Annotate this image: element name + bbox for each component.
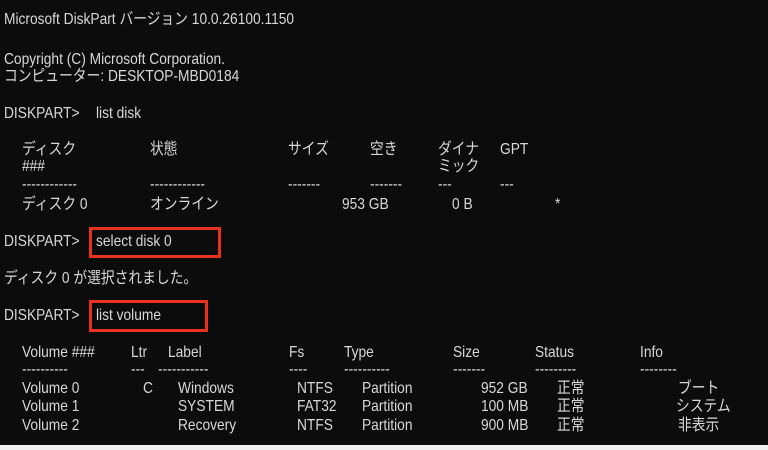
volume-cell: C (143, 380, 153, 397)
volume-cell: Volume 0 (22, 380, 80, 397)
dashes: -------- (640, 361, 677, 378)
dashes: --- (131, 361, 145, 378)
volume-header: Status (535, 344, 575, 361)
volume-header: Volume ### (22, 344, 95, 361)
volume-cell: SYSTEM (178, 398, 235, 415)
version-line: Microsoft DiskPart バージョン 10.0.26100.1150 (4, 11, 295, 28)
dashes: ---------- (344, 361, 390, 378)
volume-cell: 正常 (557, 417, 585, 434)
dashes: ------------ (150, 176, 205, 193)
disk-header: ### (22, 158, 45, 175)
dashes: --- (438, 176, 452, 193)
disk-header: ダイナ (438, 141, 480, 158)
dashes: --------- (535, 361, 577, 378)
computer-line: コンピューター: DESKTOP-MBD0184 (4, 68, 240, 85)
copyright-line: Copyright (C) Microsoft Corporation. (4, 51, 225, 68)
volume-cell: 非表示 (678, 417, 720, 434)
volume-header: Info (640, 344, 663, 361)
volume-cell: 正常 (557, 398, 585, 415)
volume-cell: NTFS (297, 380, 333, 397)
disk-header: サイズ (288, 141, 329, 158)
volume-cell: システム (676, 398, 731, 415)
volume-cell: Windows (178, 380, 234, 397)
volume-cell: NTFS (297, 417, 333, 434)
disk-cell: オンライン (150, 196, 219, 213)
disk-header: ディスク (22, 141, 77, 158)
disk-header: ミック (438, 158, 480, 175)
volume-cell: 900 MB (481, 417, 529, 434)
volume-header: Label (168, 344, 202, 361)
dashes: ---------- (22, 361, 68, 378)
prompt: DISKPART> (4, 105, 80, 122)
bottom-border (0, 445, 768, 450)
dashes: ----------- (158, 361, 209, 378)
volume-cell: FAT32 (297, 398, 337, 415)
command-list-disk: list disk (96, 105, 142, 122)
volume-cell: ブート (678, 380, 720, 397)
dashes: ------- (453, 361, 486, 378)
volume-cell: Partition (362, 417, 413, 434)
volume-header: Ltr (131, 344, 148, 361)
dashes: --- (500, 176, 514, 193)
volume-cell: Volume 1 (22, 398, 80, 415)
select-message: ディスク 0 が選択されました。 (4, 270, 198, 287)
volume-header: Size (453, 344, 480, 361)
disk-header: GPT (500, 141, 529, 158)
dashes: ------- (288, 176, 321, 193)
command-select-disk: select disk 0 (96, 233, 172, 250)
volume-cell: 952 GB (481, 380, 528, 397)
volume-cell: Volume 2 (22, 417, 80, 434)
volume-header: Type (344, 344, 374, 361)
disk-cell: * (555, 196, 561, 213)
volume-cell: 100 MB (481, 398, 529, 415)
volume-header: Fs (289, 344, 305, 361)
prompt: DISKPART> (4, 307, 80, 324)
disk-header: 状態 (150, 141, 178, 158)
command-list-volume: list volume (96, 307, 161, 324)
prompt: DISKPART> (4, 233, 80, 250)
volume-cell: 正常 (557, 380, 585, 397)
volume-cell: Partition (362, 398, 413, 415)
dashes: ------- (370, 176, 403, 193)
volume-cell: Partition (362, 380, 413, 397)
volume-cell: Recovery (178, 417, 237, 434)
disk-cell: ディスク 0 (22, 196, 88, 213)
disk-header: 空き (370, 141, 398, 158)
disk-cell: 0 B (452, 196, 473, 213)
dashes: ------------ (22, 176, 77, 193)
disk-cell: 953 GB (342, 196, 389, 213)
dashes: ---- (289, 361, 308, 378)
